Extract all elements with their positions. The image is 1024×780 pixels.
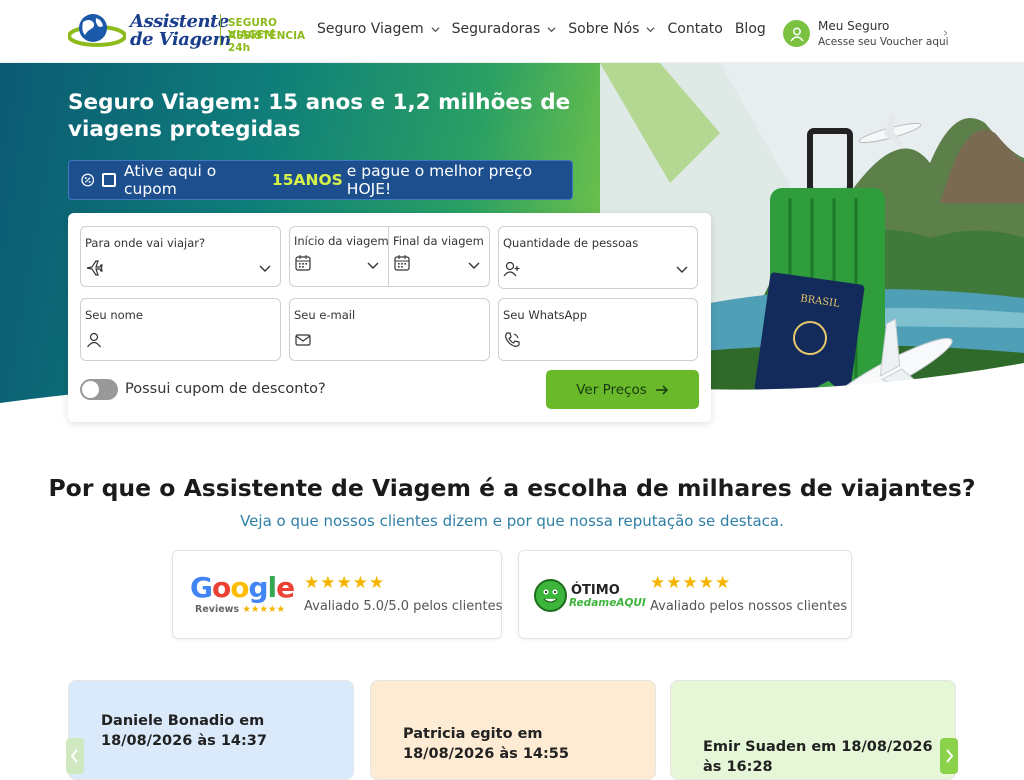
nav-item-contato[interactable]: Contato bbox=[667, 21, 722, 37]
nav-item-label: Sobre Nós bbox=[568, 21, 640, 37]
account-title: Meu Seguro bbox=[818, 19, 890, 33]
end-date-field[interactable]: Final da viagem bbox=[389, 227, 489, 286]
account-subtitle: Acesse seu Voucher aqui bbox=[818, 36, 949, 48]
brand-name-line2: de Viagem bbox=[130, 29, 232, 50]
see-prices-button[interactable]: Ver Preços bbox=[546, 370, 699, 409]
coupon-code: 15ANOS bbox=[271, 171, 343, 189]
site-header: Assistente de Viagem SEGURO VIAGEM ASSIS… bbox=[0, 0, 1024, 63]
arrow-right-icon bbox=[655, 384, 668, 395]
google-reviews-label: Reviews bbox=[195, 604, 240, 615]
star-rating-icon: ★★★★★ bbox=[650, 573, 732, 593]
star-rating-icon: ★★★★★ bbox=[304, 573, 386, 593]
trip-dates-group: Início da viagem Final da viagem bbox=[289, 226, 490, 287]
discount-coupon-label: Possui cupom de desconto? bbox=[125, 381, 326, 397]
nav-item-label: Blog bbox=[734, 21, 766, 37]
hero-title: Seguro Viagem: 15 anos e 1,2 milhões de … bbox=[68, 90, 571, 142]
calendar-icon bbox=[295, 255, 311, 271]
discount-coupon-toggle[interactable] bbox=[80, 379, 118, 400]
start-date-label: Início da viagem bbox=[294, 234, 389, 248]
whatsapp-field[interactable]: Seu WhatsApp bbox=[498, 298, 698, 361]
see-prices-label: Ver Preços bbox=[576, 381, 647, 398]
coupon-text-after: e pague o melhor preço HOJE! bbox=[346, 162, 533, 198]
calendar-icon bbox=[394, 255, 410, 271]
nav-item-label: Contato bbox=[667, 21, 723, 37]
chevron-down-icon bbox=[676, 266, 688, 273]
destination-select[interactable]: Para onde vai viajar? bbox=[80, 226, 281, 287]
chevron-down-icon bbox=[547, 26, 556, 32]
coupon-checkbox[interactable] bbox=[102, 173, 117, 187]
testimonial-author: Emir Suaden em 18/08/2026 às 16:28 bbox=[703, 739, 933, 775]
main-nav: Seguro Viagem Seguradoras Sobre Nós Cont… bbox=[317, 21, 778, 37]
name-label: Seu nome bbox=[85, 308, 143, 322]
nav-item-sobre-nos[interactable]: Sobre Nós bbox=[568, 21, 656, 37]
coupon-banner[interactable]: Ative aqui o cupom 15ANOS e pague o melh… bbox=[68, 160, 573, 200]
start-date-field[interactable]: Início da viagem bbox=[290, 227, 389, 286]
travelers-count-select[interactable]: Quantidade de pessoas bbox=[498, 226, 698, 289]
name-field[interactable]: Seu nome bbox=[80, 298, 281, 361]
nav-item-label: Seguradoras bbox=[451, 21, 541, 37]
brand-logo[interactable]: Assistente de Viagem SEGURO VIAGEM ASSIS… bbox=[68, 10, 318, 54]
why-section-title: Por que o Assistente de Viagem é a escol… bbox=[48, 474, 976, 502]
travelers-count-label: Quantidade de pessoas bbox=[503, 236, 639, 250]
user-icon bbox=[87, 332, 101, 348]
chevron-down-icon bbox=[468, 262, 480, 269]
whatsapp-label: Seu WhatsApp bbox=[503, 308, 587, 322]
why-section-subtitle: Veja o que nossos clientes dizem e por q… bbox=[240, 512, 784, 530]
testimonial-card: Daniele Bonadio em 18/08/2026 às 14:37 bbox=[68, 680, 354, 780]
reclameaqui-grade: ÓTIMO bbox=[571, 583, 620, 598]
toggle-knob bbox=[82, 381, 99, 398]
email-label: Seu e-mail bbox=[294, 308, 356, 322]
reclameaqui-brand: RedameAQUI bbox=[569, 597, 646, 609]
add-user-icon bbox=[503, 261, 520, 277]
destination-label: Para onde vai viajar? bbox=[85, 236, 206, 250]
chevron-down-icon bbox=[646, 26, 656, 32]
google-rating-text: Avaliado 5.0/5.0 pelos clientes bbox=[304, 599, 503, 614]
discount-badge-icon bbox=[81, 173, 95, 187]
chevron-down-icon bbox=[431, 26, 440, 32]
reclameaqui-rating-card: ÓTIMO RedameAQUI ★★★★★ Avaliado pelos no… bbox=[518, 550, 852, 639]
carousel-next-button[interactable] bbox=[940, 738, 958, 774]
my-insurance-link[interactable]: Meu Seguro Acesse seu Voucher aqui › bbox=[783, 19, 949, 48]
nav-item-seguro-viagem[interactable]: Seguro Viagem bbox=[317, 21, 440, 37]
end-date-label: Final da viagem bbox=[393, 234, 484, 248]
phone-icon bbox=[505, 332, 520, 347]
google-logo: Google bbox=[190, 571, 295, 604]
google-reviews-badge: Reviews ★★★★★ bbox=[195, 604, 285, 615]
testimonial-card: Patricia egito em 18/08/2026 às 14:55 bbox=[370, 680, 656, 780]
quote-form: Para onde vai viajar? Início da viagem F… bbox=[68, 213, 711, 422]
chevron-left-icon bbox=[70, 749, 78, 763]
user-avatar-icon bbox=[783, 20, 810, 47]
nav-item-label: Seguro Viagem bbox=[317, 21, 424, 37]
chevron-right-icon bbox=[946, 749, 954, 763]
reclameaqui-face-icon bbox=[534, 579, 567, 612]
airplane-icon bbox=[86, 260, 103, 276]
logo-divider bbox=[220, 14, 221, 46]
chevron-right-icon: › bbox=[943, 26, 949, 41]
nav-item-seguradoras[interactable]: Seguradoras bbox=[452, 21, 557, 37]
nav-item-blog[interactable]: Blog bbox=[735, 21, 766, 37]
brand-tagline-2: ASSISTÊNCIA 24h bbox=[228, 30, 306, 54]
testimonial-author: Patricia egito em 18/08/2026 às 14:55 bbox=[403, 726, 569, 762]
reclameaqui-rating-text: Avaliado pelos nossos clientes bbox=[650, 599, 848, 614]
google-rating-card: Google Reviews ★★★★★ ★★★★★ Avaliado 5.0/… bbox=[172, 550, 502, 639]
testimonial-author: Daniele Bonadio em 18/08/2026 às 14:37 bbox=[101, 713, 267, 749]
chevron-down-icon bbox=[367, 262, 379, 269]
coupon-text-before: Ative aqui o cupom bbox=[124, 162, 217, 198]
email-field[interactable]: Seu e-mail bbox=[289, 298, 490, 361]
carousel-prev-button[interactable] bbox=[66, 738, 84, 774]
globe-logo-icon bbox=[68, 14, 126, 47]
chevron-down-icon bbox=[259, 265, 271, 272]
envelope-icon bbox=[295, 334, 311, 346]
testimonial-card: Emir Suaden em 18/08/2026 às 16:28 bbox=[670, 680, 956, 780]
